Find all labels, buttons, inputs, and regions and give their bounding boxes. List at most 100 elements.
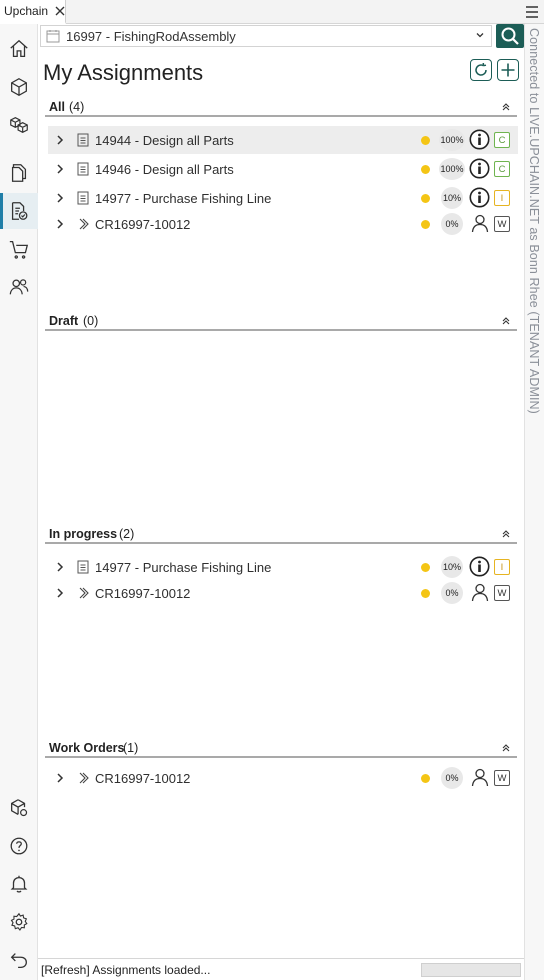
chevron-right-icon[interactable] (56, 164, 64, 174)
assignment-label[interactable]: 14946 - Design all Parts (95, 162, 234, 177)
list-item[interactable]: CR16997-10012 0% W (48, 764, 518, 792)
help-icon (10, 837, 28, 855)
progress-badge: 10% (441, 187, 463, 209)
title-bar: Upchain (0, 0, 544, 24)
info-icon[interactable] (469, 187, 490, 208)
documents-icon (11, 164, 27, 182)
assignment-label[interactable]: 14977 - Purchase Fishing Line (95, 560, 271, 575)
info-icon[interactable] (469, 129, 490, 150)
section-all-count: (4) (69, 100, 85, 114)
person-icon[interactable] (471, 214, 489, 233)
section-draft-count: (0) (83, 314, 99, 328)
people-icon (9, 279, 29, 295)
left-nav (0, 24, 38, 980)
section-in-progress-header[interactable]: In progress (2) (45, 526, 517, 544)
task-document-icon (77, 162, 89, 176)
search-icon (501, 27, 519, 45)
status-progress-bar (421, 963, 521, 977)
progress-badge: 100% (439, 129, 465, 151)
nav-parts[interactable] (0, 69, 38, 105)
nav-assemblies[interactable] (0, 107, 38, 143)
status-dot (421, 194, 430, 203)
nav-back[interactable] (0, 942, 38, 978)
progress-badge: 0% (441, 582, 463, 604)
work-order-icon (79, 587, 89, 599)
info-icon[interactable] (469, 556, 490, 577)
task-document-icon (77, 133, 89, 147)
assignment-label[interactable]: 14977 - Purchase Fishing Line (95, 191, 271, 206)
box-settings-icon (11, 799, 28, 817)
chevron-right-icon[interactable] (56, 773, 64, 783)
nav-assignments[interactable] (0, 193, 38, 229)
home-icon (10, 39, 28, 57)
assignment-label[interactable]: CR16997-10012 (95, 771, 190, 786)
status-badge: W (494, 216, 510, 232)
task-document-icon (77, 560, 89, 574)
nav-help[interactable] (0, 828, 38, 864)
assignment-label[interactable]: CR16997-10012 (95, 217, 190, 232)
status-badge: C (494, 161, 510, 177)
project-selector-value: 16997 - FishingRodAssembly (66, 28, 236, 44)
close-icon[interactable] (55, 4, 65, 18)
refresh-icon (475, 62, 487, 76)
list-item[interactable]: CR16997-10012 0% W (48, 210, 518, 238)
collapse-icon[interactable] (501, 529, 511, 539)
section-in-progress-name: In progress (49, 527, 118, 541)
nav-notifications[interactable] (0, 866, 38, 902)
collapse-icon[interactable] (501, 102, 511, 112)
section-all-header[interactable]: All (4) (45, 99, 517, 117)
section-draft-name: Draft (49, 314, 79, 328)
gear-icon (10, 912, 28, 931)
project-selector[interactable]: 16997 - FishingRodAssembly (40, 25, 492, 47)
status-dot (421, 774, 430, 783)
search-button[interactable] (496, 24, 524, 48)
status-badge: I (494, 190, 510, 206)
assignment-label[interactable]: CR16997-10012 (95, 586, 190, 601)
cube-icon (11, 78, 27, 96)
person-icon[interactable] (471, 768, 489, 787)
status-badge: I (494, 559, 510, 575)
status-badge: W (494, 585, 510, 601)
chevron-right-icon[interactable] (56, 219, 64, 229)
work-order-icon (79, 772, 89, 784)
status-dot (421, 136, 430, 145)
chevron-right-icon[interactable] (56, 135, 64, 145)
page-title: My Assignments (43, 60, 204, 85)
list-item[interactable]: 14977 - Purchase Fishing Line 10% I (48, 553, 518, 581)
chevron-right-icon[interactable] (56, 193, 64, 203)
assembly-icon (10, 117, 28, 133)
refresh-button[interactable] (470, 59, 492, 81)
nav-box-settings[interactable] (0, 790, 38, 826)
person-icon[interactable] (471, 583, 489, 602)
chevron-right-icon[interactable] (56, 562, 64, 572)
nav-documents[interactable] (0, 155, 38, 191)
status-dot (421, 220, 430, 229)
calendar-icon (46, 30, 60, 43)
list-item[interactable]: 14946 - Design all Parts 100% C (48, 155, 518, 183)
list-item[interactable]: 14977 - Purchase Fishing Line 10% I (48, 184, 518, 212)
nav-purchasing[interactable] (0, 231, 38, 267)
list-item[interactable]: CR16997-10012 0% W (48, 579, 518, 607)
nav-home[interactable] (0, 31, 38, 67)
task-document-icon (77, 191, 89, 205)
app-tab[interactable]: Upchain (0, 0, 66, 24)
info-icon[interactable] (469, 158, 490, 179)
collapse-icon[interactable] (501, 743, 511, 753)
section-all-name: All (49, 100, 65, 114)
section-work-orders-header[interactable]: Work Orders (1) (45, 740, 517, 758)
list-item[interactable]: 14944 - Design all Parts 100% C (48, 126, 518, 154)
nav-settings[interactable] (0, 904, 38, 940)
section-work-orders-count: (1) (123, 741, 139, 755)
status-dot (421, 165, 430, 174)
add-button[interactable] (497, 59, 519, 81)
chevron-right-icon[interactable] (56, 588, 64, 598)
section-draft-header[interactable]: Draft (0) (45, 313, 517, 331)
hamburger-menu-icon[interactable] (524, 4, 540, 20)
status-dot (421, 563, 430, 572)
status-bar: [Refresh] Assignments loaded... (38, 958, 524, 980)
collapse-icon[interactable] (501, 316, 511, 326)
nav-people[interactable] (0, 269, 38, 305)
connection-strip: Connected to LIVE.UPCHAIN.NET as Bonn Rh… (524, 24, 544, 980)
assignment-label[interactable]: 14944 - Design all Parts (95, 133, 234, 148)
chevron-down-icon[interactable] (475, 30, 485, 40)
